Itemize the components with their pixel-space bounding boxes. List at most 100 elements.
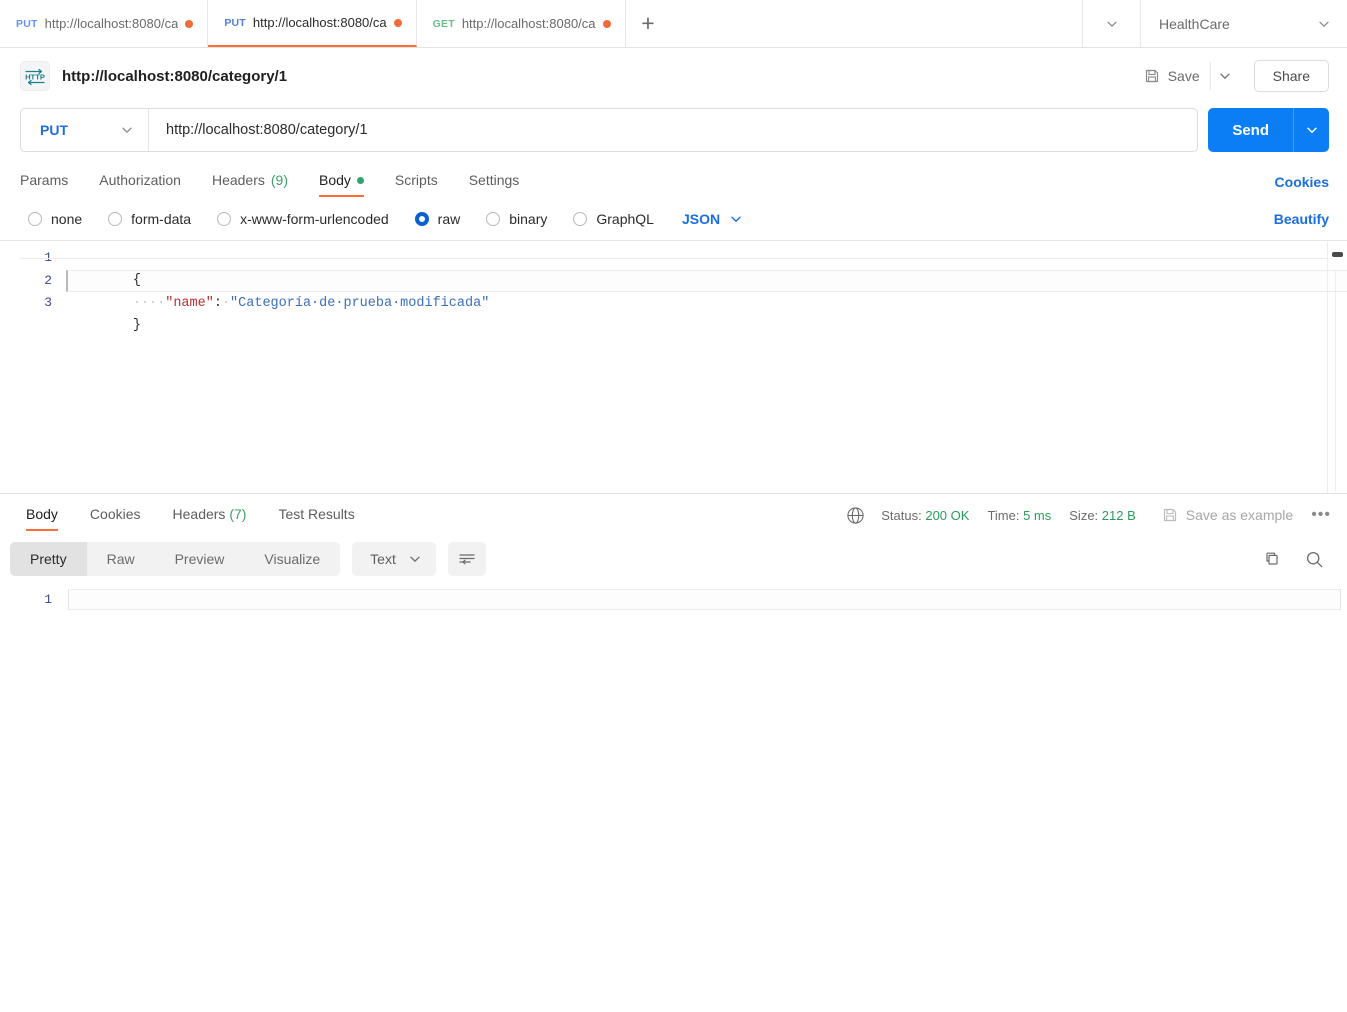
response-more-options-icon[interactable]: ••• bbox=[1311, 506, 1331, 524]
editor-line-numbers: 1 2 3 bbox=[0, 241, 68, 493]
body-type-binary[interactable]: binary bbox=[486, 211, 547, 227]
body-format-select[interactable]: JSON bbox=[682, 211, 743, 227]
cookies-link[interactable]: Cookies bbox=[1275, 174, 1329, 190]
search-icon[interactable] bbox=[1297, 542, 1331, 576]
tab-body-label: Body bbox=[319, 172, 351, 188]
http-protocol-icon: HTTP bbox=[20, 61, 50, 91]
response-tab-headers-label: Headers bbox=[172, 506, 226, 522]
response-toolbar: Pretty Raw Preview Visualize Text bbox=[0, 536, 1347, 582]
tab-bar-right-controls: HealthCare bbox=[1082, 0, 1347, 47]
status-badge: Status: 200 OK bbox=[881, 508, 969, 523]
send-button[interactable]: Send bbox=[1208, 108, 1293, 152]
request-body-editor[interactable]: 1 2 3 { ····"name":·"Categoría·de·prueba… bbox=[0, 240, 1347, 494]
body-type-graphql-label: GraphQL bbox=[596, 211, 654, 227]
chevron-down-icon bbox=[120, 123, 134, 137]
tab-params-label: Params bbox=[20, 172, 69, 188]
response-code-area[interactable] bbox=[68, 582, 1347, 1012]
editor-scrollbar[interactable] bbox=[1327, 242, 1345, 493]
editor-code-area[interactable]: { ····"name":·"Categoría·de·prueba·modif… bbox=[66, 241, 1347, 493]
network-globe-icon[interactable] bbox=[846, 506, 865, 525]
code-token-whitespace: ···· bbox=[132, 296, 166, 311]
save-label: Save bbox=[1167, 68, 1200, 84]
response-view-mode-group: Pretty Raw Preview Visualize bbox=[10, 542, 341, 576]
response-tab-body[interactable]: Body bbox=[26, 499, 58, 531]
view-mode-pretty[interactable]: Pretty bbox=[10, 542, 87, 576]
save-button[interactable]: Save bbox=[1138, 64, 1206, 88]
chevron-down-icon bbox=[1317, 17, 1331, 31]
save-disk-icon bbox=[1162, 507, 1178, 523]
share-button[interactable]: Share bbox=[1253, 60, 1329, 92]
response-tab-test-results[interactable]: Test Results bbox=[278, 499, 354, 531]
save-options-chevron-down-icon[interactable] bbox=[1209, 62, 1240, 90]
tab-settings-label: Settings bbox=[468, 172, 520, 188]
line-number: 3 bbox=[44, 295, 52, 310]
time-badge: Time: 5 ms bbox=[987, 508, 1051, 523]
tab-overflow-chevron-down-icon[interactable] bbox=[1082, 0, 1140, 47]
view-mode-preview[interactable]: Preview bbox=[155, 542, 245, 576]
time-label: Time: bbox=[987, 507, 1020, 523]
http-method-label: PUT bbox=[40, 122, 68, 138]
send-options-chevron-down-icon[interactable] bbox=[1293, 108, 1329, 152]
view-mode-raw[interactable]: Raw bbox=[87, 542, 155, 576]
body-type-urlencoded-label: x-www-form-urlencoded bbox=[240, 211, 389, 227]
body-type-binary-label: binary bbox=[509, 211, 548, 227]
body-type-form-data[interactable]: form-data bbox=[108, 211, 191, 227]
response-format-select[interactable]: Text bbox=[352, 542, 436, 576]
body-type-graphql[interactable]: GraphQL bbox=[573, 211, 654, 227]
body-present-dot-icon bbox=[356, 176, 364, 184]
tab-method-label: PUT bbox=[16, 17, 38, 30]
line-number: 1 bbox=[44, 592, 52, 607]
copy-icon[interactable] bbox=[1255, 542, 1289, 576]
body-type-raw[interactable]: raw bbox=[414, 211, 460, 227]
postman-window: PUT http://localhost:8080/ca PUT http://… bbox=[0, 0, 1347, 1012]
body-type-none-label: none bbox=[51, 211, 83, 227]
editor-scrollbar-thumb[interactable] bbox=[1332, 252, 1343, 257]
radio-icon bbox=[486, 212, 501, 226]
tab-headers[interactable]: Headers (9) bbox=[212, 166, 288, 197]
save-as-example-button[interactable]: Save as example bbox=[1162, 507, 1293, 523]
tab-scripts[interactable]: Scripts bbox=[395, 166, 438, 197]
wrap-lines-icon[interactable] bbox=[447, 542, 486, 576]
status-label: Status: bbox=[881, 507, 922, 523]
request-tab-1[interactable]: PUT http://localhost:8080/ca bbox=[0, 0, 209, 47]
request-header-bar: HTTP http://localhost:8080/category/1 Sa… bbox=[0, 48, 1347, 104]
environment-selector[interactable]: HealthCare bbox=[1140, 0, 1347, 47]
save-as-example-label: Save as example bbox=[1185, 507, 1294, 523]
tab-scripts-label: Scripts bbox=[394, 172, 438, 188]
environment-label: HealthCare bbox=[1159, 15, 1230, 32]
body-type-row: none form-data x-www-form-urlencoded raw… bbox=[0, 211, 1347, 227]
view-mode-visualize[interactable]: Visualize bbox=[244, 542, 340, 576]
request-tab-bar: PUT http://localhost:8080/ca PUT http://… bbox=[0, 0, 1347, 48]
editor-scrollbar-track bbox=[1335, 270, 1336, 491]
response-tab-headers[interactable]: Headers (7) bbox=[173, 499, 247, 531]
code-token-key: "name" bbox=[165, 296, 214, 311]
tab-params[interactable]: Params bbox=[20, 166, 68, 197]
code-token-string: "Categoría·de·prueba·modificada" bbox=[230, 296, 490, 311]
status-value: 200 OK bbox=[925, 507, 970, 523]
body-type-none[interactable]: none bbox=[28, 211, 82, 227]
size-badge: Size: 212 B bbox=[1069, 508, 1136, 523]
save-disk-icon bbox=[1144, 68, 1160, 84]
tab-body[interactable]: Body bbox=[319, 166, 364, 197]
request-tab-2[interactable]: PUT http://localhost:8080/ca bbox=[208, 0, 417, 47]
tab-method-label: PUT bbox=[224, 16, 246, 29]
url-bar: PUT http://localhost:8080/category/1 bbox=[20, 108, 1199, 152]
send-button-group: Send bbox=[1208, 108, 1329, 152]
tab-authorization[interactable]: Authorization bbox=[99, 166, 181, 197]
new-tab-button[interactable]: + bbox=[626, 0, 672, 47]
chevron-down-icon bbox=[729, 212, 743, 226]
url-input[interactable]: http://localhost:8080/category/1 bbox=[149, 109, 1197, 151]
radio-icon bbox=[28, 212, 42, 226]
response-code-line-1 bbox=[68, 589, 1341, 610]
time-value: 5 ms bbox=[1023, 507, 1052, 523]
radio-icon bbox=[217, 212, 232, 226]
code-token-colon: : bbox=[213, 296, 222, 311]
response-body-viewer[interactable]: 1 bbox=[0, 582, 1347, 1012]
beautify-link[interactable]: Beautify bbox=[1274, 211, 1329, 227]
body-type-form-data-label: form-data bbox=[131, 211, 192, 227]
tab-settings[interactable]: Settings bbox=[469, 166, 520, 197]
body-type-urlencoded[interactable]: x-www-form-urlencoded bbox=[217, 211, 389, 227]
response-tab-cookies[interactable]: Cookies bbox=[90, 499, 141, 531]
request-tab-3[interactable]: GET http://localhost:8080/ca bbox=[417, 0, 626, 47]
http-method-select[interactable]: PUT bbox=[21, 109, 149, 151]
